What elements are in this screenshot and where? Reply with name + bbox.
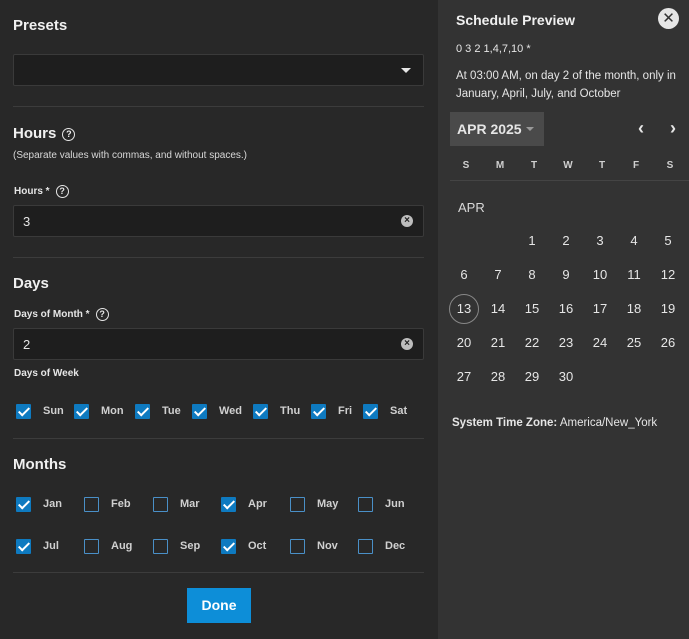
calendar-day[interactable]: 3 bbox=[585, 226, 615, 256]
days-field-label: Days of Month *? bbox=[14, 308, 109, 321]
help-icon[interactable]: ? bbox=[55, 185, 69, 198]
clear-icon[interactable]: × bbox=[401, 215, 413, 227]
help-icon[interactable]: ? bbox=[62, 127, 76, 141]
calendar-day[interactable]: 11 bbox=[619, 260, 649, 290]
checkbox-box[interactable] bbox=[16, 497, 31, 512]
checkbox-box[interactable] bbox=[192, 404, 207, 419]
divider bbox=[13, 106, 424, 107]
checkbox-box[interactable] bbox=[84, 497, 99, 512]
month-year-button[interactable]: APR 2025 bbox=[450, 112, 544, 146]
calendar-day[interactable]: 29 bbox=[517, 362, 547, 392]
preview-title: Schedule Preview bbox=[456, 12, 576, 28]
done-button[interactable]: Done bbox=[187, 588, 251, 623]
weekday-label: T bbox=[530, 160, 538, 171]
schedule-form: Presets Hours? (Separate values with com… bbox=[0, 0, 438, 639]
checkbox-box[interactable] bbox=[363, 404, 378, 419]
weekday-label: F bbox=[632, 160, 640, 171]
days-value: 2 bbox=[23, 337, 31, 352]
months-title: Months bbox=[13, 456, 67, 473]
calendar-day[interactable]: 28 bbox=[483, 362, 513, 392]
calendar-day[interactable]: 5 bbox=[653, 226, 683, 256]
checkbox-box[interactable] bbox=[16, 404, 31, 419]
calendar-day[interactable]: 26 bbox=[653, 328, 683, 358]
calendar-day[interactable]: 8 bbox=[517, 260, 547, 290]
checkbox-box[interactable] bbox=[358, 497, 373, 512]
checkbox-box[interactable] bbox=[153, 539, 168, 554]
calendar-day[interactable]: 21 bbox=[483, 328, 513, 358]
calendar-day[interactable]: 27 bbox=[449, 362, 479, 392]
divider bbox=[13, 257, 424, 258]
chevron-right-icon[interactable]: › bbox=[670, 118, 676, 139]
presets-title: Presets bbox=[13, 17, 68, 34]
calendar-day[interactable]: 12 bbox=[653, 260, 683, 290]
calendar-day[interactable]: 15 bbox=[517, 294, 547, 324]
calendar-day[interactable]: 30 bbox=[551, 362, 581, 392]
calendar-day[interactable]: 4 bbox=[619, 226, 649, 256]
days-of-month-input[interactable]: 2 × bbox=[13, 328, 424, 360]
calendar-day[interactable]: 14 bbox=[483, 294, 513, 324]
weekday-label: M bbox=[495, 160, 505, 171]
hours-value: 3 bbox=[23, 214, 31, 229]
calendar-day[interactable]: 7 bbox=[483, 260, 513, 290]
close-icon[interactable]: ✕ bbox=[658, 8, 679, 29]
checkbox-box[interactable] bbox=[253, 404, 268, 419]
clear-icon[interactable]: × bbox=[401, 338, 413, 350]
calendar-day[interactable]: 22 bbox=[517, 328, 547, 358]
calendar-day[interactable]: 18 bbox=[619, 294, 649, 324]
cron-expression: 0 3 2 1,4,7,10 * bbox=[456, 43, 531, 55]
calendar-day[interactable]: 24 bbox=[585, 328, 615, 358]
weekday-label: T bbox=[598, 160, 606, 171]
chevron-down-icon bbox=[401, 68, 411, 73]
checkbox-box[interactable] bbox=[221, 497, 236, 512]
checkbox-box[interactable] bbox=[135, 404, 150, 419]
divider bbox=[13, 572, 424, 573]
weekday-label: W bbox=[563, 160, 573, 171]
hours-title: Hours? bbox=[13, 125, 76, 142]
chevron-down-icon bbox=[526, 127, 534, 131]
calendar-day[interactable]: 10 bbox=[585, 260, 615, 290]
hours-input[interactable]: 3 × bbox=[13, 205, 424, 237]
checkbox-box[interactable] bbox=[221, 539, 236, 554]
system-time-zone: System Time Zone: America/New_York bbox=[452, 417, 658, 429]
presets-select[interactable] bbox=[13, 54, 424, 86]
divider bbox=[450, 180, 689, 181]
calendar-day[interactable]: 9 bbox=[551, 260, 581, 290]
calendar-day[interactable]: 2 bbox=[551, 226, 581, 256]
calendar-month-label: APR bbox=[458, 200, 485, 215]
weekday-label: S bbox=[462, 160, 470, 171]
calendar-day[interactable]: 23 bbox=[551, 328, 581, 358]
schedule-description: At 03:00 AM, on day 2 of the month, only… bbox=[456, 70, 676, 100]
checkbox-box[interactable] bbox=[16, 539, 31, 554]
calendar-day[interactable]: 6 bbox=[449, 260, 479, 290]
checkbox-box[interactable] bbox=[311, 404, 326, 419]
calendar-day[interactable]: 1 bbox=[517, 226, 547, 256]
divider bbox=[13, 438, 424, 439]
days-of-week-label: Days of Week bbox=[14, 368, 79, 379]
checkbox-box[interactable] bbox=[290, 497, 305, 512]
checkbox-box[interactable] bbox=[358, 539, 373, 554]
calendar-day[interactable]: 17 bbox=[585, 294, 615, 324]
checkbox-box[interactable] bbox=[153, 497, 168, 512]
calendar-day[interactable]: 20 bbox=[449, 328, 479, 358]
checkbox-box[interactable] bbox=[84, 539, 99, 554]
hours-hint: (Separate values with commas, and withou… bbox=[13, 150, 247, 161]
checkbox-box[interactable] bbox=[74, 404, 89, 419]
calendar-day[interactable]: 19 bbox=[653, 294, 683, 324]
weekday-label: S bbox=[666, 160, 674, 171]
calendar-day[interactable]: 16 bbox=[551, 294, 581, 324]
hours-field-label: Hours *? bbox=[14, 185, 69, 198]
calendar-day-today[interactable]: 13 bbox=[449, 294, 479, 324]
calendar-day[interactable]: 25 bbox=[619, 328, 649, 358]
chevron-left-icon[interactable]: ‹ bbox=[638, 118, 644, 139]
days-title: Days bbox=[13, 275, 49, 292]
checkbox-box[interactable] bbox=[290, 539, 305, 554]
schedule-preview-panel: Schedule Preview ✕ 0 3 2 1,4,7,10 * At 0… bbox=[438, 0, 689, 639]
help-icon[interactable]: ? bbox=[95, 308, 109, 321]
